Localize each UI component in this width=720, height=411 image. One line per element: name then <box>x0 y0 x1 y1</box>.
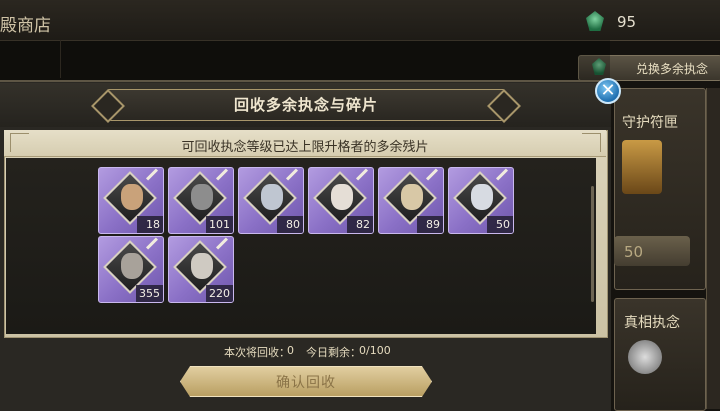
recycle-count-label: 本次将回收： <box>224 346 290 359</box>
shop-title: 殿商店 <box>0 16 51 36</box>
character-portrait-icon <box>401 184 423 210</box>
fragment-tag-icon <box>285 168 299 181</box>
shop-card-chest-title: 守护符匣 <box>622 115 678 131</box>
shop-card-truth-title: 真相执念 <box>624 315 680 331</box>
fragment-slot[interactable]: 80 <box>238 167 304 234</box>
confirm-recycle-label: 确认回收 <box>276 375 336 391</box>
fragment-slot[interactable]: 18 <box>98 167 164 234</box>
fragment-count: 220 <box>206 285 233 302</box>
character-portrait-icon <box>121 184 143 210</box>
close-icon: ✕ <box>600 80 616 101</box>
fragment-slot[interactable]: 50 <box>448 167 514 234</box>
dialog-subtitle: 可回收执念等级已达上限升格者的多余残片 <box>181 140 429 155</box>
character-portrait-icon <box>191 184 213 210</box>
fragment-tag-icon <box>145 237 159 250</box>
remaining-label: 今日剩余： <box>306 346 361 359</box>
shop-top-bar <box>0 0 720 41</box>
truth-fragment-icon <box>628 340 662 374</box>
fragment-tag-icon <box>215 237 229 250</box>
close-button[interactable]: ✕ <box>595 78 621 104</box>
dialog-title: 回收多余执念与碎片 <box>233 96 378 114</box>
fragment-count: 82 <box>347 216 373 233</box>
price-value: 50 <box>624 243 644 261</box>
fragment-count: 355 <box>136 285 163 302</box>
fragment-tag-icon <box>215 168 229 181</box>
recycle-count-value: 0 <box>287 344 294 357</box>
corner-ornament-icon <box>10 133 29 152</box>
character-portrait-icon <box>471 184 493 210</box>
chest-icon <box>622 140 662 194</box>
scroll-edge <box>706 88 720 409</box>
character-portrait-icon <box>191 253 213 279</box>
fragment-count: 18 <box>137 216 163 233</box>
character-portrait-icon <box>121 253 143 279</box>
scrollbar[interactable] <box>591 186 594 302</box>
fragment-slot[interactable]: 355 <box>98 236 164 303</box>
corner-ornament-icon <box>582 133 601 152</box>
fragment-slot[interactable]: 89 <box>378 167 444 234</box>
remaining-value: 0/100 <box>359 344 391 357</box>
currency-value: 95 <box>617 13 637 31</box>
fragment-slot[interactable]: 82 <box>308 167 374 234</box>
fragment-slot[interactable]: 220 <box>168 236 234 303</box>
fragment-tag-icon <box>495 168 509 181</box>
fragment-tag-icon <box>355 168 369 181</box>
fragment-count: 101 <box>206 216 233 233</box>
exchange-button-label: 兑换多余执念 <box>636 62 709 76</box>
fragment-count: 80 <box>277 216 303 233</box>
fragment-count: 50 <box>487 216 513 233</box>
fragment-tag-icon <box>145 168 159 181</box>
fragment-count: 89 <box>417 216 443 233</box>
character-portrait-icon <box>261 184 283 210</box>
fragment-tag-icon <box>425 168 439 181</box>
character-portrait-icon <box>331 184 353 210</box>
fragment-slot[interactable]: 101 <box>168 167 234 234</box>
